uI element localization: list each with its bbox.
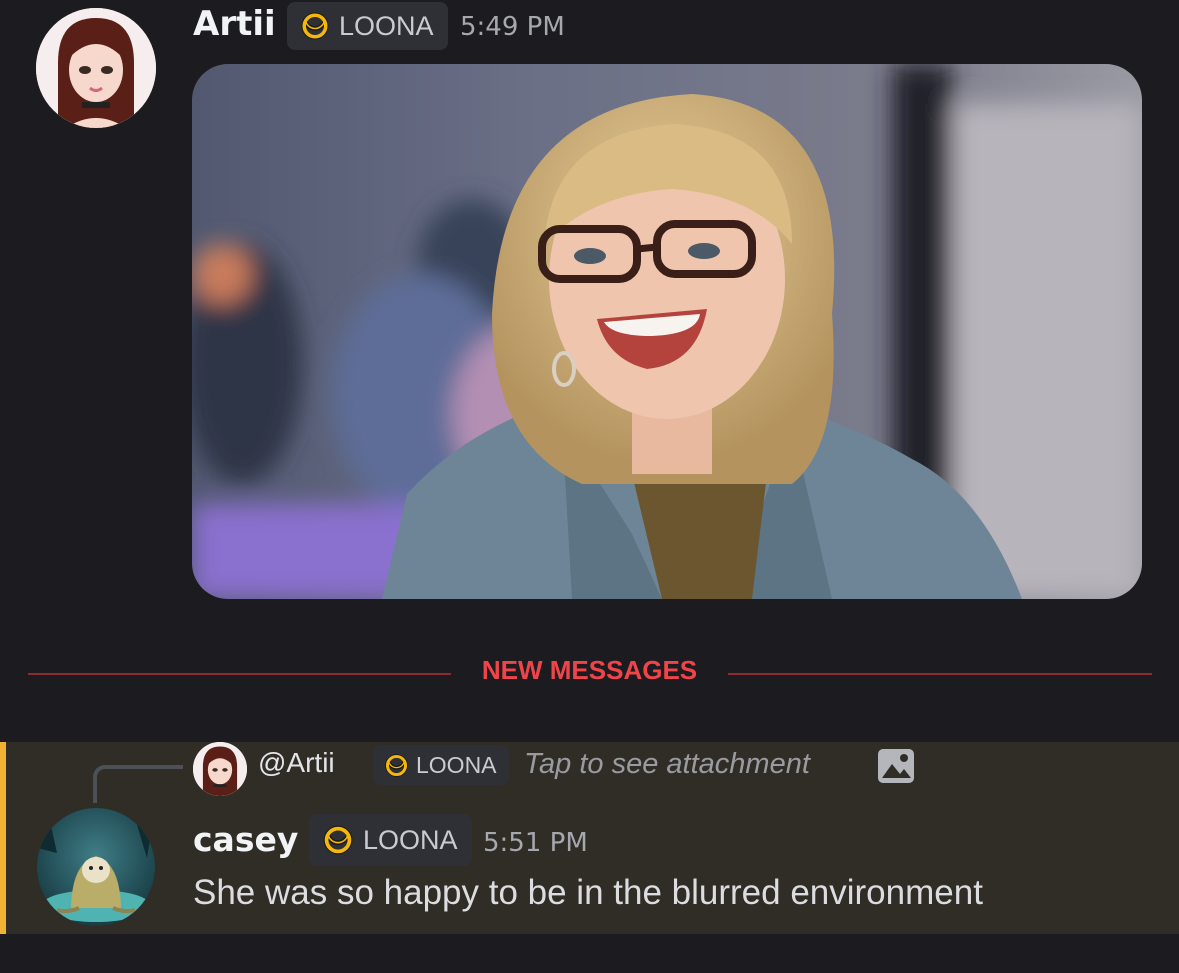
reply-preview-text[interactable]: Tap to see attachment <box>524 748 810 781</box>
chat-view: Artii LOONA 5:49 PM NEW MESSAGES @Artii … <box>0 0 1179 973</box>
message-author[interactable]: Artii <box>193 4 276 44</box>
divider-line-left <box>28 673 451 675</box>
highlight-accent-bar <box>0 742 6 934</box>
moon-icon <box>301 12 329 40</box>
new-messages-label: NEW MESSAGES <box>481 655 698 685</box>
reply-reference-author[interactable]: @Artii <box>258 747 335 779</box>
timestamp: 5:51 PM <box>483 828 588 858</box>
divider-line-right <box>728 673 1152 675</box>
timestamp: 5:49 PM <box>460 12 565 42</box>
message-content: She was so happy to be in the blurred en… <box>193 873 983 912</box>
role-label: LOONA <box>363 824 458 855</box>
role-label: LOONA <box>339 10 434 41</box>
reply-role-badge[interactable]: LOONA <box>373 745 509 785</box>
role-label: LOONA <box>416 751 497 778</box>
image-icon <box>878 749 914 783</box>
moon-icon <box>385 753 408 777</box>
avatar-artii[interactable] <box>36 8 156 128</box>
moon-icon <box>323 825 353 855</box>
attachment-image[interactable] <box>192 64 1142 599</box>
role-badge[interactable]: LOONA <box>287 2 448 50</box>
message-author[interactable]: casey <box>193 820 298 859</box>
avatar-casey[interactable] <box>37 808 155 926</box>
reply-spine <box>93 765 183 803</box>
role-badge[interactable]: LOONA <box>309 814 472 866</box>
reply-avatar-artii[interactable] <box>193 742 247 796</box>
